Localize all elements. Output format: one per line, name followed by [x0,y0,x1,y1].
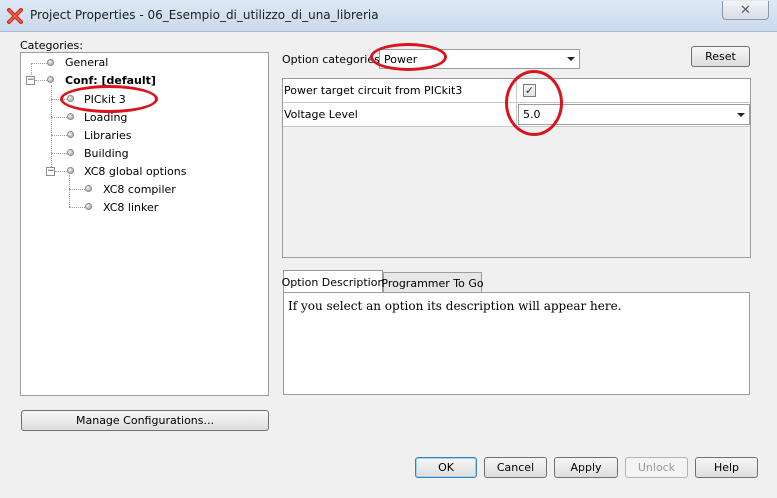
description-text: If you select an option its description … [288,299,622,313]
node-icon [85,185,92,192]
node-icon [47,76,54,83]
unlock-button: Unlock [625,457,688,478]
collapse-icon[interactable]: − [26,76,35,85]
voltage-level-select[interactable]: 5.0 [518,104,750,125]
tree-item-xc8-global-options[interactable]: XC8 global options [84,165,186,178]
dropdown-arrow-icon [737,112,745,117]
tree-item-libraries[interactable]: Libraries [84,129,132,142]
property-row: Voltage Level 5.0 [283,103,750,127]
node-icon [67,149,74,156]
node-icon [47,59,54,66]
tab-programmer-to-go[interactable]: Programmer To Go [381,272,484,293]
option-categories-label: Option categories: [282,53,384,66]
tree-item-general[interactable]: General [65,56,108,69]
property-name: Power target circuit from PICkit3 [283,79,517,102]
window-title: Project Properties - 06_Esempio_di_utili… [30,8,379,22]
tree-item-loading[interactable]: Loading [84,111,127,124]
cancel-button[interactable]: Cancel [484,457,547,478]
option-categories-select[interactable]: Power [379,49,580,69]
power-target-checkbox[interactable]: ✓ [523,84,536,97]
voltage-level-value: 5.0 [523,108,541,121]
close-button[interactable]: ✕ [722,1,769,20]
tab-option-description[interactable]: Option Description [282,270,384,293]
apply-button[interactable]: Apply [554,457,618,478]
collapse-icon[interactable]: − [46,167,55,176]
property-sheet: Power target circuit from PICkit3 ✓ Volt… [282,78,751,258]
reset-button[interactable]: Reset [691,46,750,67]
help-button[interactable]: Help [695,457,758,478]
title-bar: Project Properties - 06_Esempio_di_utili… [0,0,777,32]
checkmark-icon: ✓ [524,84,535,97]
tree-item-pickit3[interactable]: PICkit 3 [84,93,126,106]
node-icon [67,167,74,174]
property-name: Voltage Level [283,103,517,126]
manage-configurations-button[interactable]: Manage Configurations... [21,410,269,431]
tree-item-xc8-compiler[interactable]: XC8 compiler [103,183,176,196]
tree-item-xc8-linker[interactable]: XC8 linker [103,201,158,214]
tree-item-building[interactable]: Building [84,147,129,160]
dropdown-arrow-icon [567,57,575,61]
property-row: Power target circuit from PICkit3 ✓ [283,79,750,103]
node-icon [67,113,74,120]
node-icon [67,95,74,102]
node-icon [67,131,74,138]
close-icon: ✕ [740,2,751,18]
tree-item-conf-default[interactable]: Conf: [default] [65,74,156,87]
ok-button[interactable]: OK [415,457,477,478]
node-icon [85,203,92,210]
app-icon [7,8,23,24]
categories-label: Categories: [20,39,83,52]
categories-tree[interactable]: − − General Conf: [default] PICkit 3 Loa… [20,52,269,396]
option-category-value: Power [384,52,418,66]
